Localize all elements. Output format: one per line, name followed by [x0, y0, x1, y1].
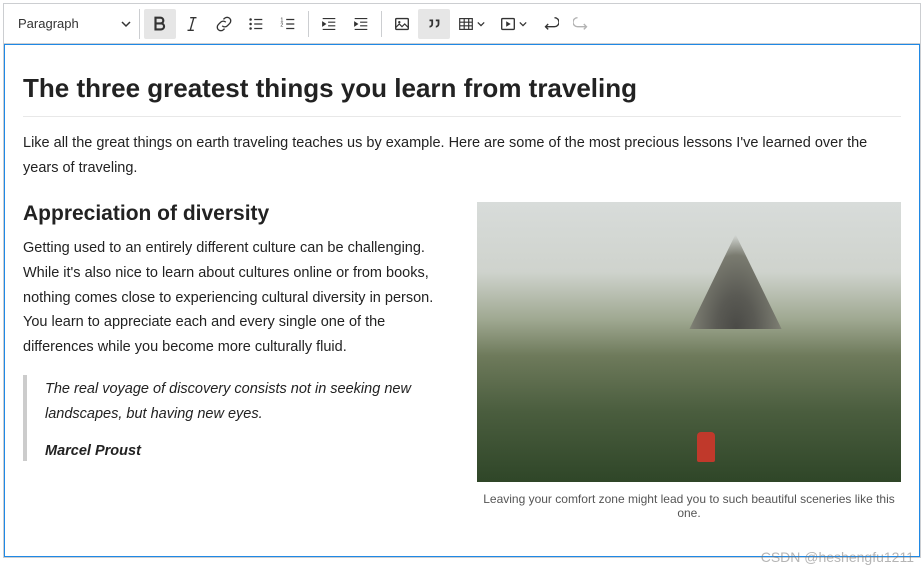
rich-text-editor: Paragraph 12	[3, 3, 921, 558]
link-icon	[215, 15, 233, 33]
separator	[308, 11, 309, 37]
svg-text:2: 2	[280, 22, 283, 28]
bullet-list-icon	[247, 15, 265, 33]
bold-button[interactable]	[144, 9, 176, 39]
quote-text[interactable]: The real voyage of discovery consists no…	[45, 377, 453, 426]
two-column-layout: Appreciation of diversity Getting used t…	[23, 202, 901, 520]
toolbar: Paragraph 12	[4, 4, 920, 44]
undo-icon	[541, 15, 559, 33]
numbered-list-icon: 12	[279, 15, 297, 33]
figure[interactable]: Leaving your comfort zone might lead you…	[477, 202, 901, 520]
indent-button[interactable]	[345, 9, 377, 39]
italic-icon	[183, 15, 201, 33]
indent-icon	[352, 15, 370, 33]
table-button[interactable]	[450, 9, 492, 39]
chevron-down-icon	[477, 20, 485, 28]
italic-button[interactable]	[176, 9, 208, 39]
figure-image[interactable]	[477, 202, 901, 482]
bold-icon	[151, 15, 169, 33]
intro-paragraph[interactable]: Like all the great things on earth trave…	[23, 131, 901, 180]
section-body[interactable]: Getting used to an entirely different cu…	[23, 236, 453, 359]
image-icon	[393, 15, 411, 33]
outdent-button[interactable]	[313, 9, 345, 39]
bullet-list-button[interactable]	[240, 9, 272, 39]
table-icon	[457, 15, 475, 33]
section-heading[interactable]: Appreciation of diversity	[23, 202, 453, 226]
quote-author[interactable]: Marcel Proust	[45, 443, 453, 459]
numbered-list-button[interactable]: 12	[272, 9, 304, 39]
image-button[interactable]	[386, 9, 418, 39]
media-button[interactable]	[492, 9, 534, 39]
blockquote-icon	[425, 15, 443, 33]
right-column: Leaving your comfort zone might lead you…	[477, 202, 901, 520]
blockquote[interactable]: The real voyage of discovery consists no…	[23, 375, 453, 460]
redo-button[interactable]	[566, 9, 598, 39]
format-dropdown[interactable]: Paragraph	[10, 9, 140, 39]
chevron-down-icon	[519, 20, 527, 28]
chevron-down-icon	[121, 19, 131, 29]
separator	[381, 11, 382, 37]
figure-caption[interactable]: Leaving your comfort zone might lead you…	[477, 492, 901, 520]
document-title[interactable]: The three greatest things you learn from…	[23, 73, 901, 117]
left-column: Appreciation of diversity Getting used t…	[23, 202, 453, 520]
media-icon	[499, 15, 517, 33]
editor-content[interactable]: The three greatest things you learn from…	[4, 44, 920, 557]
blockquote-button[interactable]	[418, 9, 450, 39]
redo-icon	[573, 15, 591, 33]
outdent-icon	[320, 15, 338, 33]
watermark: CSDN @heshengfu1211	[761, 549, 914, 565]
format-dropdown-label: Paragraph	[18, 16, 79, 31]
undo-button[interactable]	[534, 9, 566, 39]
link-button[interactable]	[208, 9, 240, 39]
